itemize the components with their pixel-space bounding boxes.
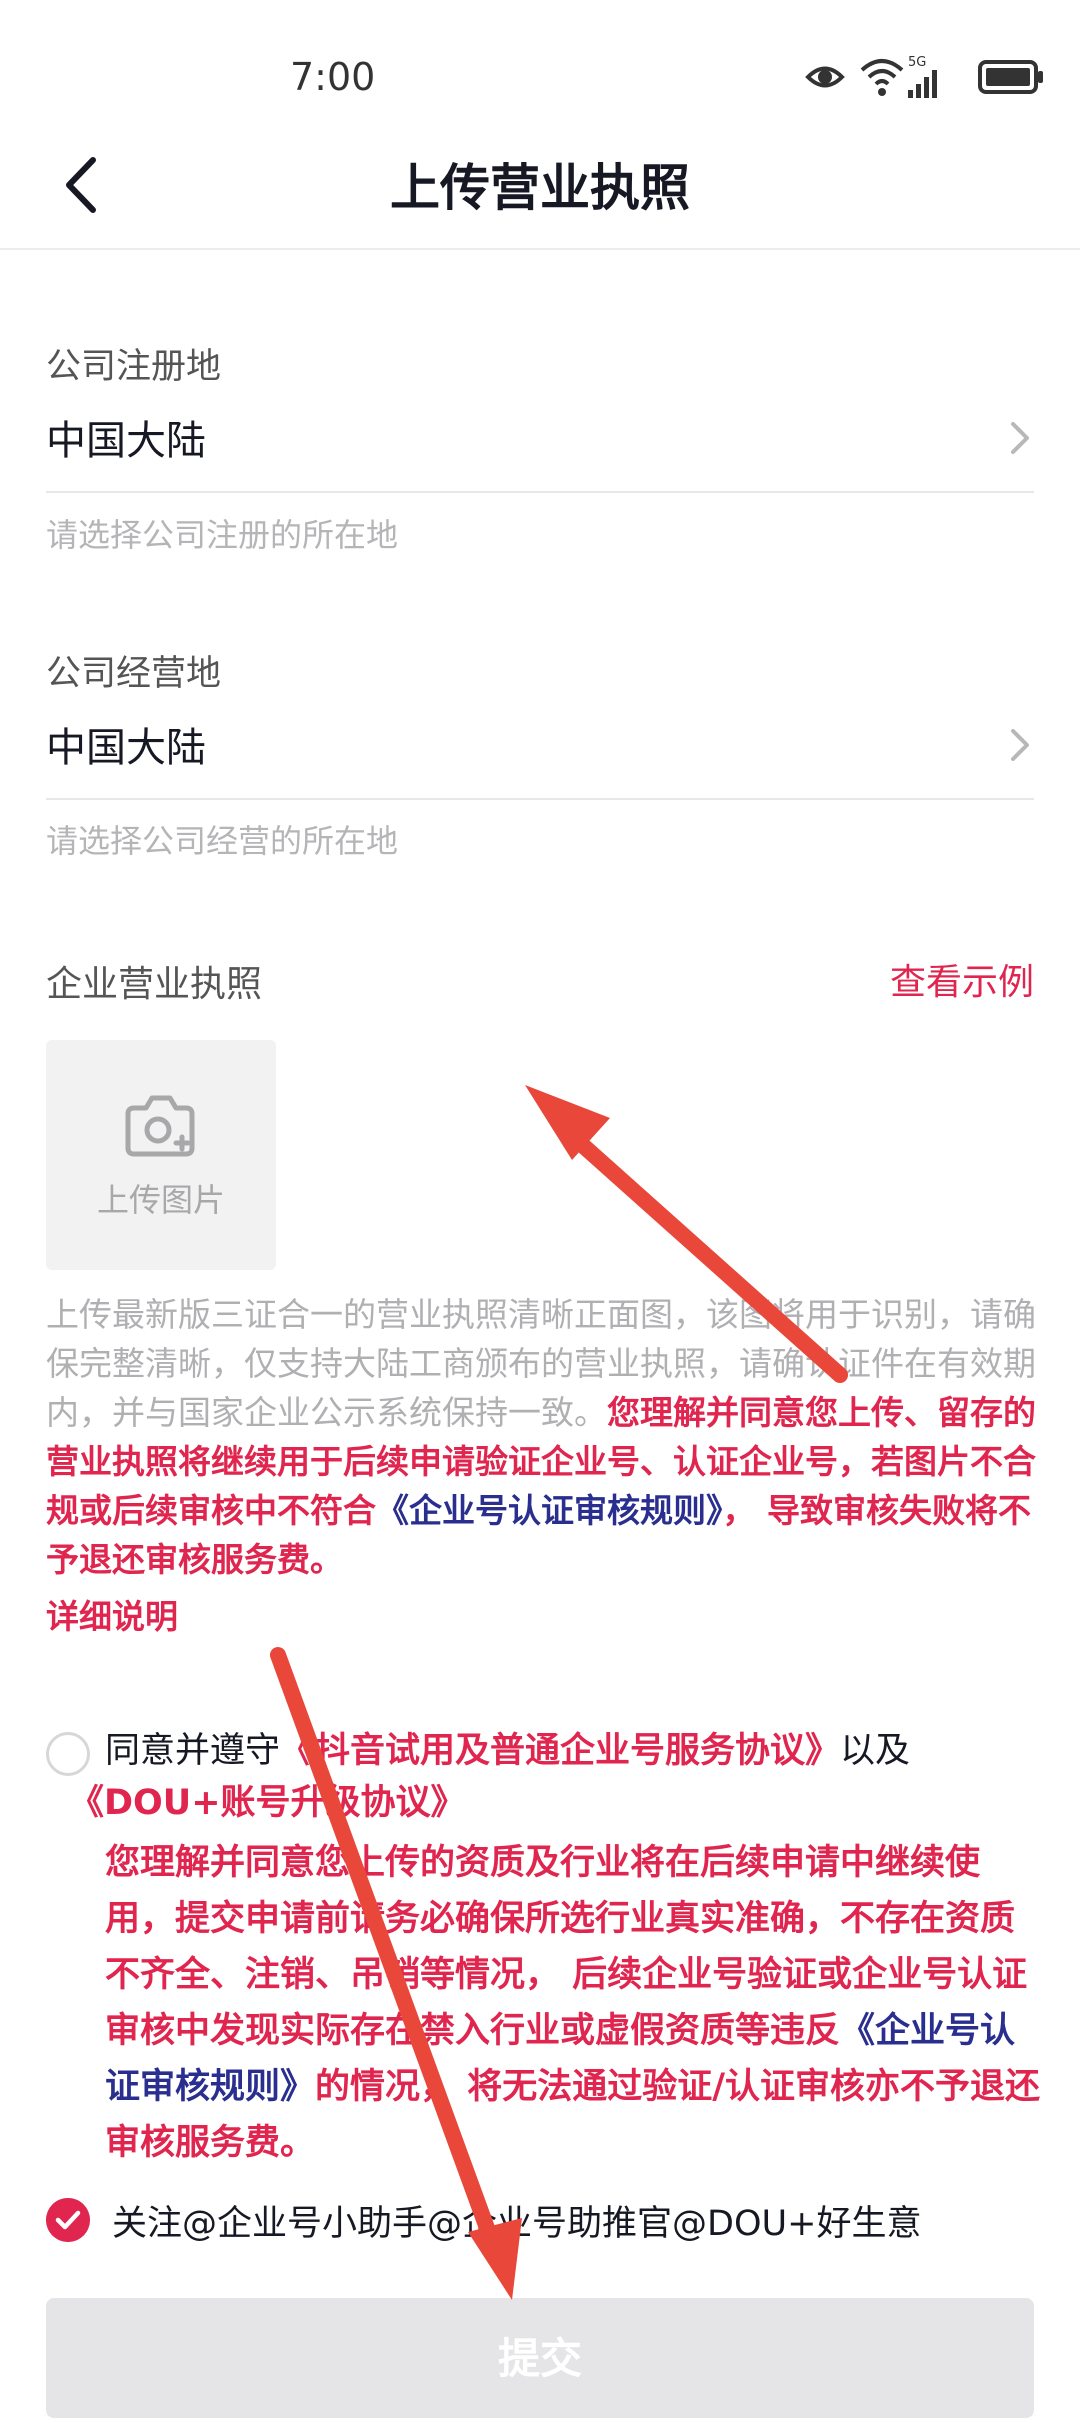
service-agreement-link[interactable]: 《抖音试用及普通企业号服务协议》	[280, 1731, 840, 1771]
wifi-icon	[860, 59, 904, 96]
detail-link[interactable]: 详细说明	[46, 1590, 178, 1638]
signal-icon	[908, 70, 937, 98]
submit-button[interactable]: 提交	[46, 2298, 1034, 2418]
nav-divider	[0, 248, 1080, 250]
rules-link[interactable]: 《企业号认证审核规则》	[376, 1491, 723, 1530]
follow-checkbox[interactable]	[46, 2198, 90, 2242]
page-title: 上传营业执照	[390, 159, 690, 217]
agreement-notice: 您理解并同意您上传的资质及行业将在后续申请中继续使用，提交申请前请务必确保所选行…	[105, 1835, 1045, 2171]
dou-agreement-link[interactable]: 《DOU+账号升级协议》	[69, 1783, 466, 1823]
operation-label: 公司经营地	[46, 654, 222, 694]
registration-label: 公司注册地	[46, 347, 222, 387]
eye-icon	[805, 66, 845, 88]
view-example-link[interactable]: 查看示例	[890, 953, 1034, 1005]
agreement-text: 同意并遵守《抖音试用及普通企业号服务协议》以及《DOU+账号升级协议》	[69, 1725, 1045, 1829]
agreement-prefix: 同意并遵守	[105, 1731, 281, 1771]
status-time: 7:00	[290, 55, 376, 99]
upload-image-label: 上传图片	[96, 1181, 225, 1219]
agreement-checkbox[interactable]	[46, 1732, 90, 1776]
submit-label: 提交	[497, 2335, 582, 2382]
operation-value[interactable]: 中国大陆	[46, 715, 206, 773]
network-type: 5G	[908, 55, 926, 70]
operation-hint: 请选择公司经营的所在地	[46, 822, 399, 860]
status-icons: 5G	[805, 55, 1043, 98]
battery-icon	[978, 60, 1043, 94]
registration-hint: 请选择公司注册的所在地	[46, 516, 399, 554]
upload-image-button[interactable]: 上传图片	[46, 1040, 276, 1270]
chevron-right-icon[interactable]	[1005, 725, 1035, 765]
license-description: 上传最新版三证合一的营业执照清晰正面图，该图将用于识别，请确保完整清晰，仅支持大…	[46, 1290, 1036, 1584]
divider	[46, 491, 1034, 493]
license-section-title: 企业营业执照	[46, 964, 263, 1005]
divider	[46, 798, 1034, 800]
chevron-right-icon[interactable]	[1005, 418, 1035, 458]
camera-icon	[125, 1095, 195, 1157]
follow-label: 关注@企业号小助手@企业号助推官@DOU+好生意	[112, 2204, 922, 2244]
agreement-middle: 以及	[840, 1731, 911, 1771]
registration-value[interactable]: 中国大陆	[46, 408, 206, 466]
